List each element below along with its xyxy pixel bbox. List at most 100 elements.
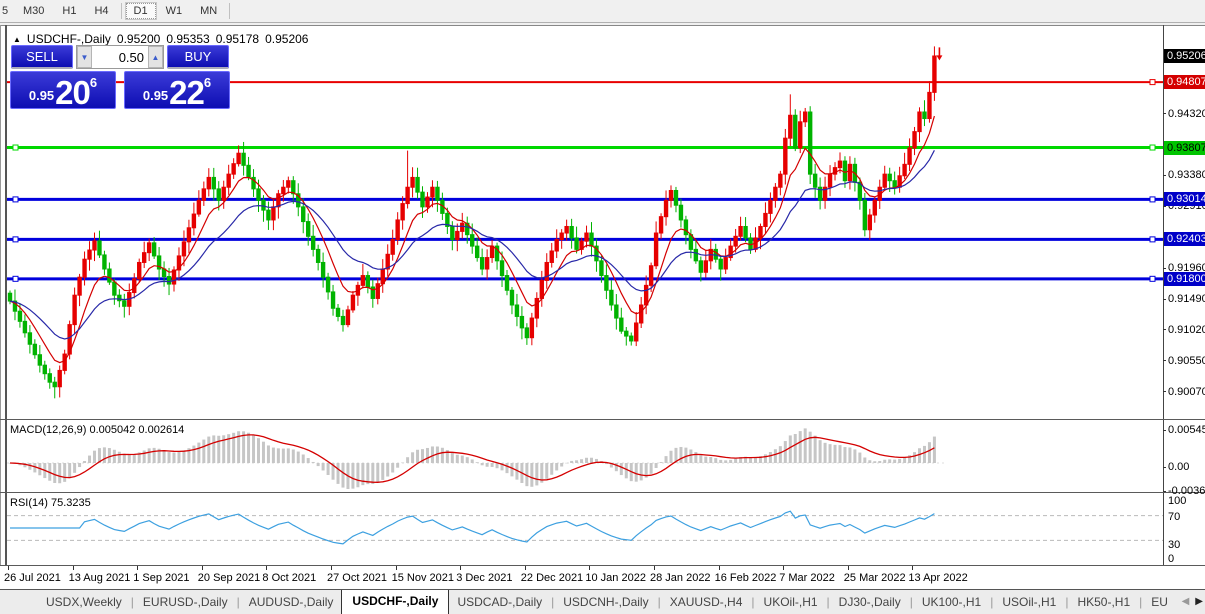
one-click-trading-panel: SELL ▼ 0.50 ▲ BUY 0.95 20 6 0.95 22 6 — [10, 45, 230, 109]
date-tick-mark — [524, 566, 526, 570]
timeframe-button-h4[interactable]: H4 — [85, 2, 117, 20]
sell-price-pip: 6 — [89, 75, 98, 90]
date-tick-mark — [460, 566, 462, 570]
mt4-terminal: 5 M30 H1 H4 D1 W1 MN ▲ USDCHF-,Daily 0.95200 0… — [0, 0, 1205, 614]
timeframe-button-m30[interactable]: M30 — [14, 2, 53, 20]
price-tick-label: 0.90550 — [1168, 354, 1205, 367]
macd-axis-label: 0.00545 — [1168, 424, 1205, 436]
macd-label: MACD(12,26,9) 0.005042 0.002614 — [10, 424, 185, 436]
tab-scroll-right-icon[interactable]: ▶ — [1195, 596, 1203, 607]
date-label: 8 Oct 2021 — [262, 572, 317, 584]
pane-separator-macd[interactable] — [0, 419, 1205, 420]
date-label: 16 Feb 2022 — [714, 572, 777, 584]
price-tick-mark — [1163, 267, 1166, 269]
level-price-badge: 0.92403 — [1164, 232, 1205, 247]
timeframe-button-d1[interactable]: D1 — [124, 2, 157, 20]
macd-axis-tick — [1163, 491, 1166, 492]
buy-price-prefix: 0.95 — [142, 88, 169, 103]
collapse-arrow-icon[interactable]: ▲ — [13, 35, 21, 44]
volume-increase-button[interactable]: ▲ — [148, 46, 163, 68]
rsi-pane-canvas[interactable] — [7, 493, 1163, 565]
price-tick-mark — [1163, 391, 1166, 393]
macd-histogram — [8, 428, 936, 489]
rsi-axis-label: 0 — [1168, 553, 1175, 565]
date-label: 7 Mar 2022 — [779, 572, 835, 584]
price-tick-label: 0.91490 — [1168, 293, 1205, 306]
toolbar-separator — [120, 3, 122, 19]
chart-tab-bar: USDX,Weekly | EURUSD-,Daily | AUDUSD-,Daily U… — [0, 589, 1205, 614]
level-price-badge: 0.91800 — [1164, 271, 1205, 286]
date-tick-mark — [718, 566, 720, 570]
last-price-marker-icon — [936, 47, 943, 61]
buy-button[interactable]: BUY — [167, 45, 229, 69]
chart-tab-dj30-daily[interactable]: DJ30-,Daily — [831, 591, 909, 613]
volume-input[interactable]: 0.50 — [92, 46, 148, 68]
chart-tab-hk50-h1[interactable]: HK50-,H1 — [1069, 591, 1138, 613]
date-tick-mark — [912, 566, 914, 570]
sell-price-plate[interactable]: 0.95 20 6 — [10, 71, 116, 109]
chart-tab-usdcad-daily[interactable]: USDCAD-,Daily — [449, 591, 550, 613]
timeframe-button-h1[interactable]: H1 — [53, 2, 85, 20]
date-label: 28 Jan 2022 — [650, 572, 711, 584]
price-axis: 0.943200.933800.929100.919600.914900.910… — [1163, 25, 1205, 565]
macd-axis-label: 0.00 — [1168, 461, 1190, 473]
price-tick-label: 0.91020 — [1168, 323, 1205, 336]
buy-price-plate[interactable]: 0.95 22 6 — [124, 71, 230, 109]
symbol-name: USDCHF-,Daily — [26, 32, 111, 46]
ohlc-high: 0.95353 — [166, 32, 210, 46]
date-tick-mark — [589, 566, 591, 570]
level-price-badge: 0.94807 — [1164, 75, 1205, 90]
timeframe-button-w1[interactable]: W1 — [157, 2, 192, 20]
timeframe-button-5[interactable]: 5 — [0, 2, 14, 20]
date-label: 20 Sep 2021 — [197, 572, 261, 584]
rsi-label: RSI(14) 75.3235 — [10, 497, 91, 509]
macd-axis-tick — [1163, 430, 1166, 431]
chart-tab-ukoil-h1[interactable]: UKOil-,H1 — [756, 591, 826, 613]
price-tick-mark — [1163, 329, 1166, 331]
date-tick-mark — [395, 566, 397, 570]
date-tick-mark — [331, 566, 332, 570]
price-tick-mark — [1163, 174, 1166, 176]
rsi-line — [10, 510, 935, 545]
ohlc-open: 0.95200 — [116, 32, 161, 46]
date-label: 10 Jan 2022 — [585, 572, 646, 584]
ohlc-low: 0.95178 — [215, 32, 260, 46]
chart-tab-usdcnh-daily[interactable]: USDCNH-,Daily — [555, 591, 656, 613]
date-tick-mark — [137, 566, 139, 570]
chart-tab-usoil-h1[interactable]: USOil-,H1 — [994, 591, 1064, 613]
toolbar-separator — [229, 3, 231, 19]
chart-tab-eurusd-daily[interactable]: EURUSD-,Daily — [135, 591, 236, 613]
date-label: 13 Aug 2021 — [68, 572, 131, 584]
sell-price-prefix: 0.95 — [28, 88, 55, 103]
tab-scroll-arrows: ◀ ▶ — [1182, 596, 1203, 607]
date-label: 1 Sep 2021 — [133, 572, 190, 584]
date-axis[interactable]: 26 Jul 2021 13 Aug 2021 1 Sep 2021 20 Sep 2… — [0, 566, 1205, 589]
chart-tab-xauusd-h4[interactable]: XAUUSD-,H4 — [662, 591, 751, 613]
price-tick-mark — [1163, 298, 1166, 300]
rsi-axis-label: 100 — [1168, 495, 1187, 507]
sell-price-main: 20 — [55, 73, 91, 111]
volume-decrease-button[interactable]: ▼ — [77, 46, 92, 68]
date-tick-mark — [266, 566, 268, 570]
timeframe-toolbar: 5 M30 H1 H4 D1 W1 MN — [0, 0, 1205, 23]
macd-axis-tick — [1163, 467, 1166, 468]
date-label: 13 Apr 2022 — [908, 572, 968, 584]
price-tick-label: 0.94320 — [1168, 107, 1205, 120]
buy-price-main: 22 — [169, 73, 205, 111]
tab-scroll-left-icon[interactable]: ◀ — [1182, 596, 1190, 607]
chart-tab-uk100-h1[interactable]: UK100-,H1 — [914, 591, 989, 613]
price-tick-label: 0.90070 — [1168, 385, 1205, 398]
level-price-badge: 0.93014 — [1164, 192, 1205, 207]
timeframe-button-mn[interactable]: MN — [191, 2, 226, 20]
chart-tab-usdchf-daily[interactable]: USDCHF-,Daily — [341, 590, 450, 614]
volume-stepper: ▼ 0.50 ▲ — [76, 45, 164, 69]
chart-tab-eu[interactable]: EU — [1143, 591, 1176, 613]
sell-button[interactable]: SELL — [11, 45, 73, 69]
pane-separator-rsi[interactable] — [0, 492, 1205, 493]
date-label: 22 Dec 2021 — [520, 572, 584, 584]
date-tick-mark — [8, 566, 9, 570]
chart-tab-audusd-daily[interactable]: AUDUSD-,Daily — [241, 591, 342, 613]
price-tick-mark — [1163, 113, 1166, 115]
chart-tab-usdx-weekly[interactable]: USDX,Weekly — [38, 591, 130, 613]
chart-border-left-outer — [0, 25, 1, 565]
